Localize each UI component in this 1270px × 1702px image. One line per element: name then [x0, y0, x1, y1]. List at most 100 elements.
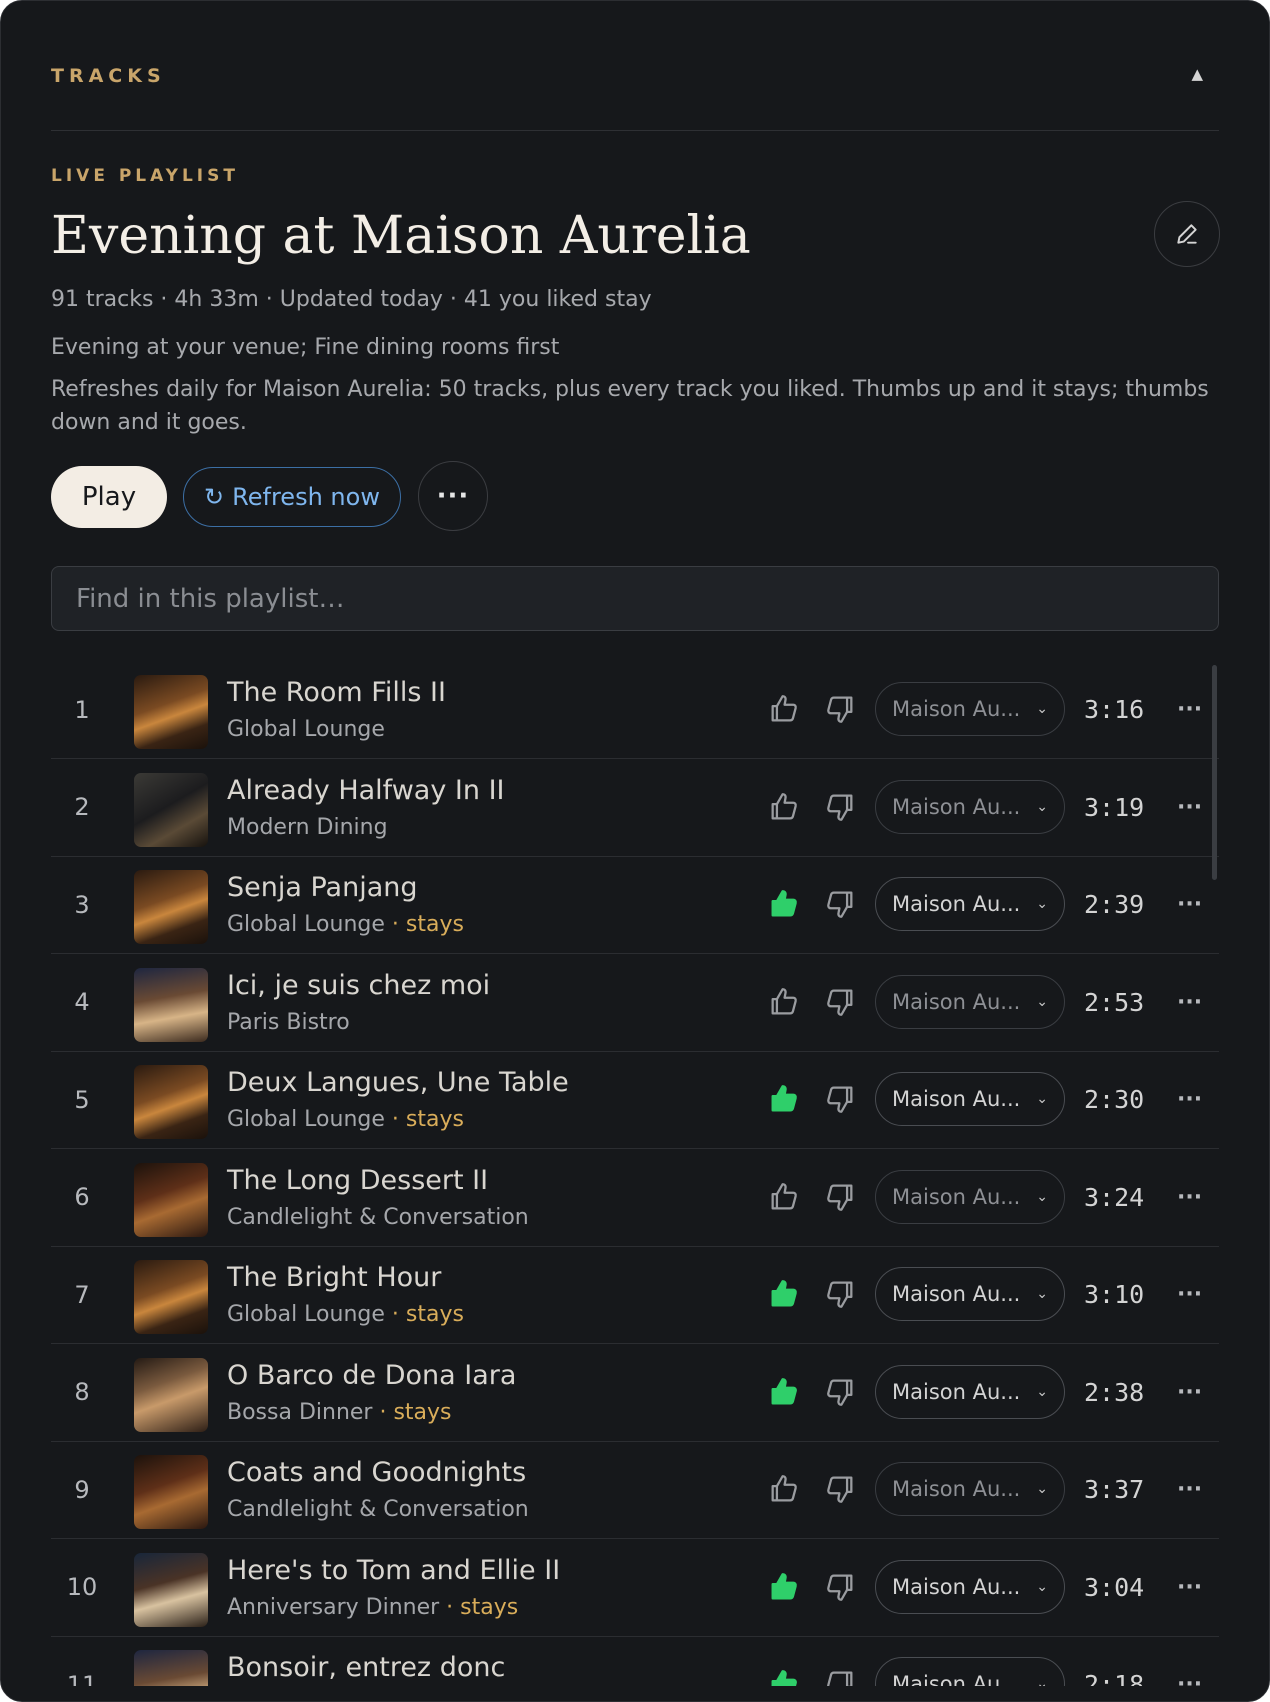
play-button[interactable]: Play — [51, 466, 167, 528]
thumbs-down-icon[interactable] — [823, 1082, 857, 1116]
pencil-icon — [1177, 224, 1197, 244]
track-channel: Bossa Dinner · stays — [227, 1399, 452, 1425]
thumbs-up-icon[interactable] — [767, 1472, 801, 1506]
thumbs-down-icon[interactable] — [823, 790, 857, 824]
venue-select-label: Maison Au... — [892, 1672, 1021, 1686]
chevron-down-icon: ⌄ — [1036, 701, 1048, 717]
track-row[interactable]: 4 Ici, je suis chez moi Paris Bistro Mai… — [51, 954, 1219, 1052]
chevron-down-icon: ⌄ — [1036, 1481, 1048, 1497]
venue-select[interactable]: Maison Au... ⌄ — [875, 1657, 1065, 1686]
thumbs-down-icon[interactable] — [823, 1180, 857, 1214]
venue-select[interactable]: Maison Au... ⌄ — [875, 1364, 1065, 1419]
track-title: Already Halfway In II — [227, 774, 505, 806]
venue-select-label: Maison Au... — [892, 892, 1021, 916]
venue-select-label: Maison Au... — [892, 1477, 1021, 1501]
track-duration: 3:24 — [1084, 1182, 1145, 1212]
track-artwork — [134, 870, 208, 944]
track-channel: Global Lounge · stays — [227, 1302, 464, 1327]
track-row[interactable]: 11 Bonsoir, entrez donc Maison Au... ⌄ 2… — [51, 1636, 1219, 1686]
venue-select[interactable]: Maison Au... ⌄ — [875, 1267, 1065, 1321]
playlist-meta: 91 tracks · 4h 33m · Updated today · 41 … — [51, 287, 652, 312]
venue-select[interactable]: Maison Au... ⌄ — [875, 974, 1065, 1029]
thumbs-down-icon[interactable] — [823, 1667, 857, 1686]
thumbs-down-icon[interactable] — [823, 1570, 857, 1604]
thumbs-down-icon[interactable] — [823, 887, 857, 921]
thumbs-up-icon[interactable] — [767, 1180, 801, 1214]
chevron-down-icon: ⌄ — [1036, 1286, 1048, 1302]
track-channel: Candlelight & Conversation — [227, 1204, 529, 1230]
track-row[interactable]: 9 Coats and Goodnights Candlelight & Con… — [51, 1441, 1219, 1539]
venue-select-label: Maison Au... — [892, 1087, 1021, 1111]
collapse-icon[interactable]: ▲ — [1191, 65, 1203, 83]
thumbs-up-icon[interactable] — [767, 985, 801, 1019]
track-title: Coats and Goodnights — [227, 1457, 527, 1488]
thumbs-up-icon[interactable] — [767, 887, 801, 921]
playlist-title: Evening at Maison Aurelia — [51, 206, 751, 266]
section-title: TRACKS — [51, 65, 166, 87]
row-more-icon[interactable]: ··· — [1177, 1149, 1202, 1246]
track-duration: 3:19 — [1084, 792, 1145, 822]
scrollbar-thumb[interactable] — [1212, 665, 1217, 880]
row-more-icon[interactable]: ··· — [1177, 954, 1202, 1051]
thumbs-up-icon[interactable] — [767, 692, 801, 726]
more-options-button[interactable]: ··· — [418, 461, 488, 531]
venue-select-label: Maison Au... — [892, 1574, 1021, 1599]
thumbs-up-icon[interactable] — [767, 790, 801, 824]
thumbs-down-icon[interactable] — [823, 1472, 857, 1506]
venue-select[interactable]: Maison Au... ⌄ — [875, 682, 1065, 736]
stays-badge: · stays — [384, 1302, 464, 1327]
thumbs-down-icon[interactable] — [823, 1277, 857, 1311]
venue-select-label: Maison Au... — [892, 794, 1021, 819]
track-artwork — [134, 1065, 208, 1139]
thumbs-down-icon[interactable] — [823, 985, 857, 1019]
row-more-icon[interactable]: ··· — [1177, 1441, 1202, 1538]
tracks-section-header[interactable]: TRACKS ▲ — [51, 55, 1219, 99]
chevron-down-icon: ⌄ — [1036, 1578, 1048, 1595]
row-more-icon[interactable]: ··· — [1177, 1344, 1202, 1441]
venue-select[interactable]: Maison Au... ⌄ — [875, 1169, 1065, 1224]
venue-select[interactable]: Maison Au... ⌄ — [875, 1072, 1065, 1126]
thumbs-down-icon[interactable] — [823, 692, 857, 726]
chevron-down-icon: ⌄ — [1036, 1383, 1048, 1400]
track-row[interactable]: 8 O Barco de Dona Iara Bossa Dinner · st… — [51, 1344, 1219, 1442]
track-row[interactable]: 10 Here's to Tom and Ellie II Anniversar… — [51, 1539, 1219, 1637]
playlist-refresh-note: Refreshes daily for Maison Aurelia: 50 t… — [51, 377, 1209, 435]
venue-select-label: Maison Au... — [892, 1184, 1021, 1209]
track-title: Deux Langues, Une Table — [227, 1067, 569, 1098]
thumbs-up-icon[interactable] — [767, 1277, 801, 1311]
stays-badge: · stays — [439, 1594, 519, 1620]
playlist-search-input[interactable] — [51, 566, 1219, 631]
row-more-icon[interactable]: ··· — [1177, 1539, 1202, 1636]
thumbs-up-icon[interactable] — [767, 1082, 801, 1116]
edit-button[interactable] — [1154, 201, 1220, 267]
track-number: 10 — [66, 1573, 98, 1601]
row-more-icon[interactable]: ··· — [1177, 1246, 1202, 1343]
row-more-icon[interactable]: ··· — [1177, 1051, 1202, 1148]
row-more-icon[interactable]: ··· — [1177, 1636, 1202, 1686]
track-number: 11 — [66, 1670, 98, 1687]
thumbs-up-icon[interactable] — [767, 1570, 801, 1604]
venue-select[interactable]: Maison Au... ⌄ — [875, 1559, 1065, 1614]
track-row[interactable]: 7 The Bright Hour Global Lounge · stays … — [51, 1246, 1219, 1344]
track-number: 9 — [74, 1475, 90, 1504]
chevron-down-icon: ⌄ — [1036, 993, 1048, 1010]
track-row[interactable]: 3 Senja Panjang Global Lounge · stays Ma… — [51, 856, 1219, 954]
thumbs-up-icon[interactable] — [767, 1667, 801, 1686]
refresh-now-button[interactable]: ↻ Refresh now — [183, 467, 401, 527]
track-duration: 2:39 — [1084, 890, 1145, 919]
track-row[interactable]: 6 The Long Dessert II Candlelight & Conv… — [51, 1149, 1219, 1247]
thumbs-up-icon[interactable] — [767, 1375, 801, 1409]
venue-select[interactable]: Maison Au... ⌄ — [875, 779, 1065, 834]
thumbs-down-icon[interactable] — [823, 1375, 857, 1409]
row-more-icon[interactable]: ··· — [1177, 661, 1202, 758]
track-channel: Candlelight & Conversation — [227, 1497, 529, 1522]
track-title: Bonsoir, entrez donc — [227, 1652, 506, 1683]
row-more-icon[interactable]: ··· — [1177, 856, 1202, 953]
chevron-down-icon: ⌄ — [1036, 1188, 1048, 1205]
row-more-icon[interactable]: ··· — [1177, 759, 1202, 856]
track-row[interactable]: 1 The Room Fills II Global Lounge Maison… — [51, 661, 1219, 759]
track-row[interactable]: 5 Deux Langues, Une Table Global Lounge … — [51, 1051, 1219, 1149]
venue-select[interactable]: Maison Au... ⌄ — [875, 877, 1065, 931]
venue-select[interactable]: Maison Au... ⌄ — [875, 1462, 1065, 1516]
track-row[interactable]: 2 Already Halfway In II Modern Dining Ma… — [51, 759, 1219, 857]
